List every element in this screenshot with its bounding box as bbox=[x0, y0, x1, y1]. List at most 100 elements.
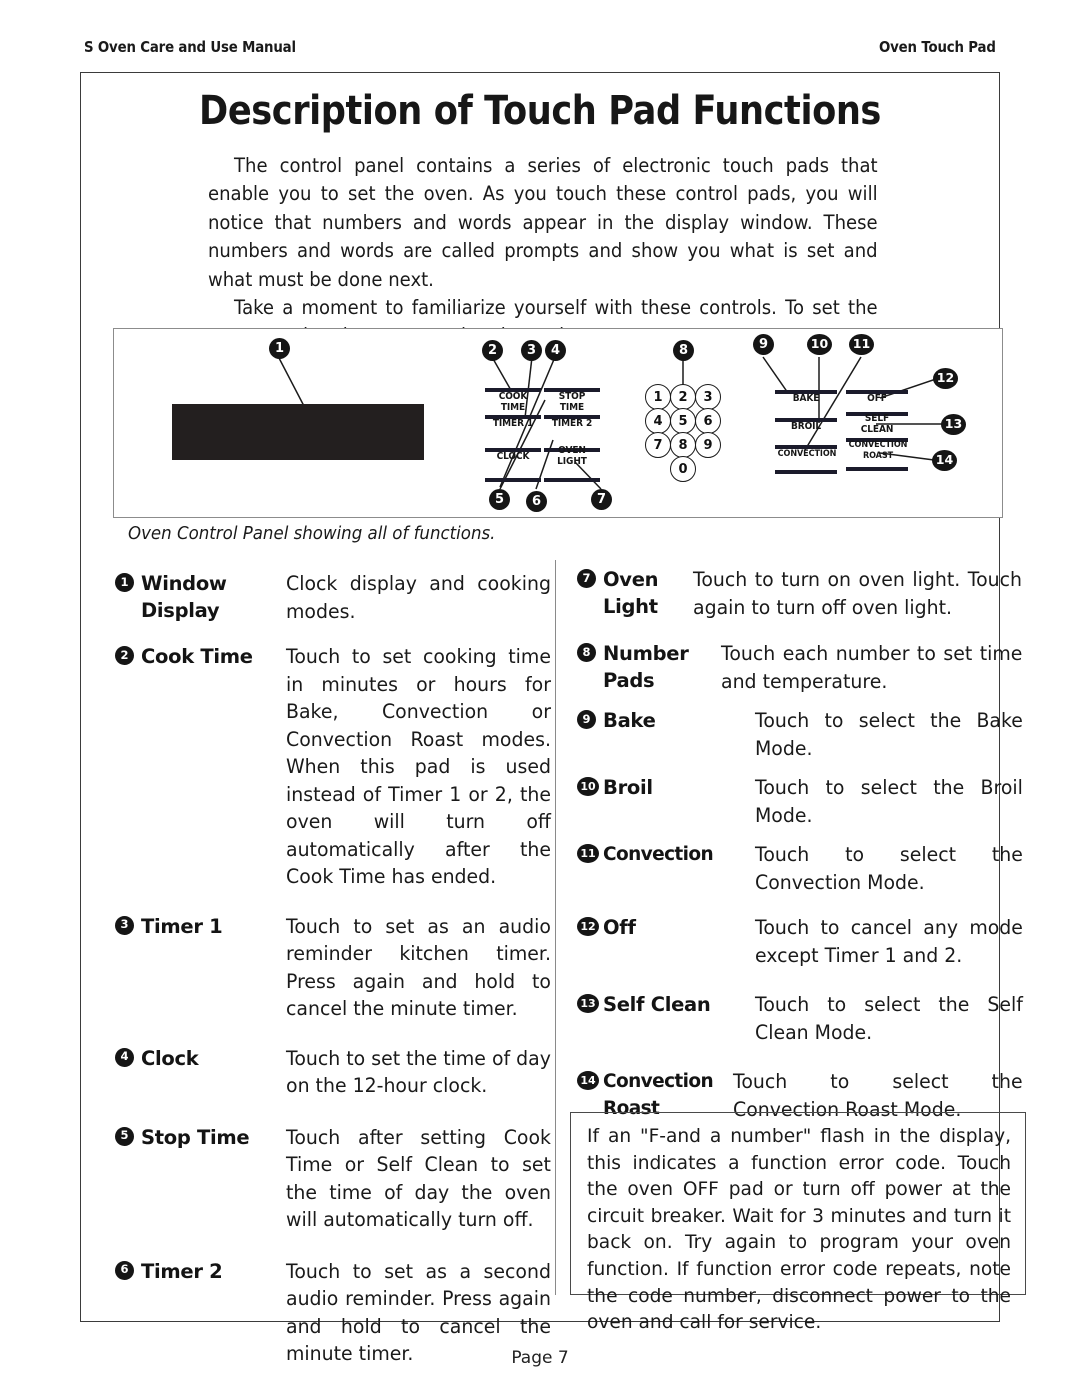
callout-marker-2: 2 bbox=[482, 340, 503, 361]
function-number-badge: 6 bbox=[115, 1260, 134, 1280]
callout-marker-1: 1 bbox=[269, 338, 290, 359]
keypad-key-3[interactable]: 3 bbox=[695, 384, 721, 410]
function-description: Touch to turn on oven light. Touch again… bbox=[693, 568, 1022, 619]
intro-paragraph-1: The control panel contains a series of e… bbox=[208, 154, 878, 291]
function-number-badge: 11 bbox=[577, 844, 599, 863]
callout-marker-11: 11 bbox=[849, 334, 874, 355]
function-description: Clock display and cooking modes. bbox=[286, 572, 551, 623]
function-number-badge: 3 bbox=[115, 915, 134, 935]
function-description: Touch to set the time of day on the 12-h… bbox=[286, 1046, 551, 1098]
function-number: 7 bbox=[577, 566, 603, 588]
function-number: 12 bbox=[577, 914, 603, 936]
pad-label-convection-roast: CONVECTION ROAST bbox=[848, 440, 908, 461]
function-term: Window Display bbox=[141, 572, 227, 622]
function-item: 10 Broil Touch to select the Broil Mode. bbox=[577, 774, 1027, 829]
keypad-key-6[interactable]: 6 bbox=[695, 408, 721, 434]
function-description: Touch to cancel any mode except Timer 1 … bbox=[755, 916, 1023, 967]
function-item: 4 Clock Touch to set the time of day on … bbox=[115, 1045, 555, 1100]
function-number-badge: 12 bbox=[577, 917, 599, 936]
function-description: Touch to select the Bake Mode. bbox=[755, 709, 1023, 760]
page-footer: Page 7 bbox=[511, 1348, 569, 1368]
keypad-key-8[interactable]: 8 bbox=[670, 432, 696, 458]
keypad-key-1[interactable]: 1 bbox=[645, 384, 671, 410]
running-head-right: Oven Touch Pad bbox=[879, 38, 996, 56]
function-term: Timer 2 bbox=[141, 1259, 223, 1283]
function-number: 2 bbox=[115, 643, 141, 665]
pad-label-off: OFF bbox=[867, 393, 887, 404]
function-item: 13 Self Clean Touch to select the Self C… bbox=[577, 991, 1027, 1046]
function-term: Bake bbox=[603, 709, 656, 732]
pad-label-clock: CLOCK bbox=[496, 451, 530, 462]
function-item: 12 Off Touch to cancel any mode except T… bbox=[577, 914, 1027, 969]
function-number-badge: 10 bbox=[577, 777, 599, 796]
function-description: Touch to set as an audio reminder kitche… bbox=[286, 914, 551, 1021]
function-item: 8 Number Pads Touch each number to set t… bbox=[577, 640, 1027, 695]
pad-bar-convection-roast-bottom bbox=[846, 467, 908, 471]
callout-marker-6: 6 bbox=[526, 491, 547, 512]
function-number-badge: 9 bbox=[577, 710, 596, 729]
function-item: 9 Bake Touch to select the Bake Mode. bbox=[577, 707, 1027, 762]
function-number-badge: 5 bbox=[115, 1126, 134, 1146]
keypad-key-0[interactable]: 0 bbox=[670, 456, 696, 482]
function-number: 14 bbox=[577, 1068, 603, 1090]
function-number: 6 bbox=[115, 1258, 141, 1280]
function-description: Touch to select the Broil Mode. bbox=[755, 776, 1023, 827]
callout-marker-12: 12 bbox=[933, 368, 958, 389]
function-number: 1 bbox=[115, 570, 141, 592]
pad-bar-clock-bottom bbox=[485, 478, 541, 482]
function-item: 11 Convection Touch to select the Convec… bbox=[577, 841, 1027, 896]
callout-marker-7: 7 bbox=[591, 489, 612, 510]
callout-marker-13: 13 bbox=[941, 414, 966, 435]
function-number: 13 bbox=[577, 991, 603, 1013]
callout-marker-3: 3 bbox=[521, 340, 542, 361]
function-item: 3 Timer 1 Touch to set as an audio remin… bbox=[115, 913, 555, 1023]
callout-marker-5: 5 bbox=[489, 489, 510, 510]
function-term: Number Pads bbox=[603, 642, 689, 692]
function-list-left: 1 Window Display Clock display and cooki… bbox=[115, 570, 555, 1384]
function-description: Touch each number to set time and temper… bbox=[721, 642, 1023, 693]
pad-label-convection: CONVECTION bbox=[777, 449, 837, 459]
keypad-key-9[interactable]: 9 bbox=[695, 432, 721, 458]
pad-label-stop-time: STOP TIME bbox=[558, 391, 586, 413]
function-term: Off bbox=[603, 916, 636, 939]
function-number: 11 bbox=[577, 841, 603, 863]
function-number: 10 bbox=[577, 774, 603, 796]
function-number-badge: 4 bbox=[115, 1047, 134, 1067]
keypad-key-2[interactable]: 2 bbox=[670, 384, 696, 410]
function-item: 5 Stop Time Touch after setting Cook Tim… bbox=[115, 1124, 555, 1234]
function-item: 7 Oven Light Touch to turn on oven light… bbox=[577, 566, 1027, 621]
callout-marker-9: 9 bbox=[753, 334, 774, 355]
function-number: 4 bbox=[115, 1045, 141, 1067]
display-window-graphic bbox=[172, 404, 424, 460]
pad-label-bake: BAKE bbox=[792, 393, 820, 404]
function-list-right: 7 Oven Light Touch to turn on oven light… bbox=[577, 566, 1027, 1139]
callout-marker-4: 4 bbox=[545, 340, 566, 361]
function-item: 2 Cook Time Touch to set cooking time in… bbox=[115, 643, 555, 891]
function-description: Touch to select the Self Clean Mode. bbox=[755, 993, 1023, 1044]
function-number-badge: 7 bbox=[577, 569, 596, 588]
function-number-badge: 13 bbox=[577, 994, 599, 1013]
keypad-key-5[interactable]: 5 bbox=[670, 408, 696, 434]
pad-bar-convection-bottom bbox=[775, 470, 837, 474]
function-number-badge: 8 bbox=[577, 643, 596, 662]
function-term: Timer 1 bbox=[141, 914, 223, 938]
running-head-left: S Oven Care and Use Manual bbox=[84, 38, 296, 56]
pad-label-self-clean: SELF CLEAN bbox=[860, 413, 894, 435]
function-number-badge: 1 bbox=[115, 573, 134, 592]
function-term: Oven Light bbox=[603, 568, 659, 618]
column-divider bbox=[555, 560, 557, 1295]
keypad-key-4[interactable]: 4 bbox=[645, 408, 671, 434]
function-description: Touch to select the Convection Mode. bbox=[755, 843, 1023, 894]
keypad-key-7[interactable]: 7 bbox=[645, 432, 671, 458]
running-head: S Oven Care and Use Manual Oven Touch Pa… bbox=[84, 38, 996, 58]
callout-marker-8: 8 bbox=[673, 340, 694, 361]
pad-label-timer1: TIMER 1 bbox=[492, 418, 534, 429]
function-term: Self Clean bbox=[603, 993, 711, 1016]
callout-marker-14: 14 bbox=[932, 450, 957, 471]
function-number: 5 bbox=[115, 1124, 141, 1146]
page-title: Description of Touch Pad Functions bbox=[199, 88, 881, 134]
function-description: Touch after setting Cook Time or Self Cl… bbox=[286, 1125, 551, 1232]
pad-label-oven-light: OVEN LIGHT bbox=[557, 445, 587, 467]
function-term: Stop Time bbox=[141, 1125, 250, 1149]
error-code-note-box: If an "F-and a number" flash in the disp… bbox=[570, 1112, 1026, 1333]
